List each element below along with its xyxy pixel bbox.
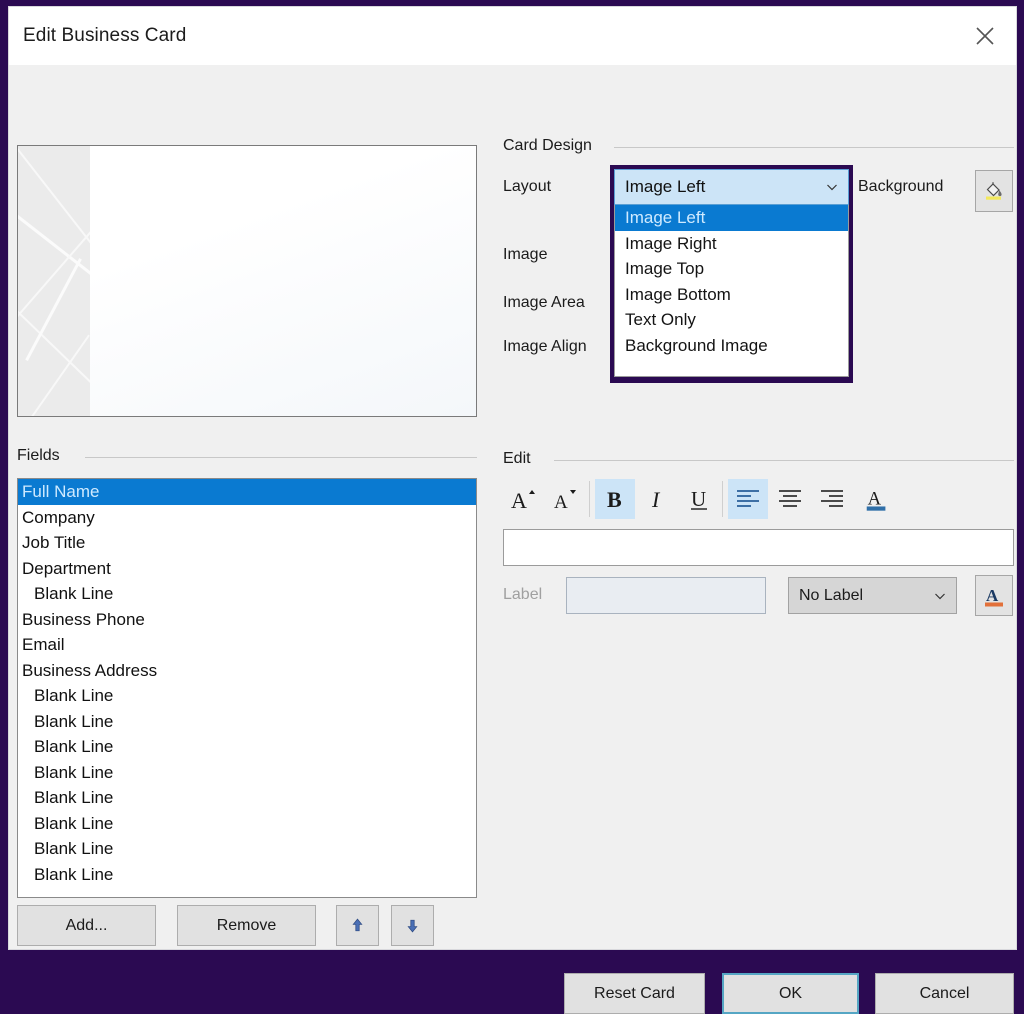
bold-icon[interactable]: B: [595, 479, 635, 519]
edit-group-rule: [554, 460, 1014, 461]
image-label: Image: [503, 246, 548, 263]
remove-field-button[interactable]: Remove: [177, 905, 316, 946]
align-right-icon[interactable]: [812, 479, 852, 519]
list-item[interactable]: Blank Line: [18, 862, 476, 888]
edit-group-label: Edit: [503, 450, 539, 468]
list-item[interactable]: Image Bottom: [615, 282, 848, 308]
underline-icon[interactable]: U: [679, 479, 719, 519]
align-left-icon[interactable]: [728, 479, 768, 519]
list-item[interactable]: Company: [18, 505, 476, 531]
list-item[interactable]: Image Left: [615, 205, 848, 231]
fields-group-rule: [85, 457, 477, 458]
edit-text-input[interactable]: [503, 529, 1014, 566]
edit-business-card-dialog: Edit Business Card Fields Full Name Compa…: [8, 6, 1017, 1014]
list-item[interactable]: Department: [18, 556, 476, 582]
ok-button[interactable]: OK: [722, 973, 859, 1014]
background-color-button[interactable]: [975, 170, 1013, 212]
toolbar-separator-1: [589, 481, 590, 517]
layout-combobox-wrapper: Image Left Image Left Image Right Image To…: [610, 165, 853, 383]
image-area-label: Image Area: [503, 294, 585, 311]
move-field-down-button[interactable]: [391, 905, 434, 946]
label-caption: Label: [503, 586, 543, 603]
decrease-font-size-icon[interactable]: A: [545, 479, 585, 519]
list-item[interactable]: Business Address: [18, 658, 476, 684]
card-preview: [17, 145, 477, 417]
list-item[interactable]: Blank Line: [18, 734, 476, 760]
list-item[interactable]: Job Title: [18, 530, 476, 556]
list-item[interactable]: Blank Line: [18, 785, 476, 811]
svg-text:A: A: [868, 489, 882, 510]
list-item[interactable]: Blank Line: [18, 683, 476, 709]
font-color-a-icon: A: [985, 586, 1003, 606]
list-item[interactable]: Image Right: [615, 231, 848, 257]
card-preview-image-placeholder: [18, 146, 90, 416]
list-item[interactable]: Image Top: [615, 256, 848, 282]
list-item[interactable]: Blank Line: [18, 581, 476, 607]
layout-label: Layout: [503, 178, 552, 195]
svg-text:A: A: [554, 492, 568, 513]
svg-text:U: U: [691, 487, 706, 511]
font-color-icon[interactable]: A: [857, 479, 897, 519]
card-design-group-label: Card Design: [503, 137, 600, 155]
toolbar-separator-2: [722, 481, 723, 517]
card-design-group-rule: [614, 147, 1014, 148]
card-preview-canvas: [18, 146, 476, 416]
increase-font-size-icon[interactable]: A: [503, 479, 543, 519]
svg-text:A: A: [986, 586, 999, 605]
svg-text:A: A: [511, 488, 527, 513]
arrow-down-icon: [407, 919, 418, 933]
layout-combobox-value: Image Left: [625, 177, 706, 196]
title-bar: Edit Business Card: [9, 7, 1016, 65]
list-item[interactable]: Business Phone: [18, 607, 476, 633]
arrow-up-icon: [352, 918, 363, 932]
align-center-icon[interactable]: [770, 479, 810, 519]
label-text-input[interactable]: [566, 577, 766, 614]
svg-text:I: I: [651, 487, 661, 512]
background-label: Background: [858, 178, 944, 195]
list-item[interactable]: Background Image: [615, 333, 848, 359]
list-item[interactable]: Text Only: [615, 307, 848, 333]
list-item[interactable]: Blank Line: [18, 811, 476, 837]
fields-group-label: Fields: [17, 447, 68, 465]
list-item[interactable]: Full Name: [18, 479, 476, 505]
list-item[interactable]: Blank Line: [18, 836, 476, 862]
chevron-down-icon: [932, 588, 948, 604]
layout-combobox-options[interactable]: Image Left Image Right Image Top Image Bott…: [614, 205, 849, 377]
fields-list[interactable]: Full Name Company Job Title Department Blank…: [17, 478, 477, 898]
move-field-up-button[interactable]: [336, 905, 379, 946]
layout-combobox[interactable]: Image Left: [614, 169, 849, 205]
page-title: Edit Business Card: [23, 25, 187, 46]
close-icon[interactable]: [954, 7, 1016, 65]
image-align-label: Image Align: [503, 338, 587, 355]
reset-card-button[interactable]: Reset Card: [564, 973, 705, 1014]
label-style-value: No Label: [799, 586, 864, 604]
add-field-button[interactable]: Add...: [17, 905, 156, 946]
dialog-body: Fields Full Name Company Job Title Departme…: [9, 65, 1016, 1014]
chevron-down-icon: [824, 179, 840, 195]
svg-text:B: B: [607, 487, 622, 512]
list-item[interactable]: Blank Line: [18, 709, 476, 735]
label-font-color-button[interactable]: A: [975, 575, 1013, 616]
cancel-button[interactable]: Cancel: [875, 973, 1014, 1014]
italic-icon[interactable]: I: [637, 479, 677, 519]
list-item[interactable]: Blank Line: [18, 760, 476, 786]
list-item[interactable]: Email: [18, 632, 476, 658]
label-style-combobox[interactable]: No Label: [788, 577, 957, 614]
paint-bucket-icon: [986, 182, 1002, 200]
